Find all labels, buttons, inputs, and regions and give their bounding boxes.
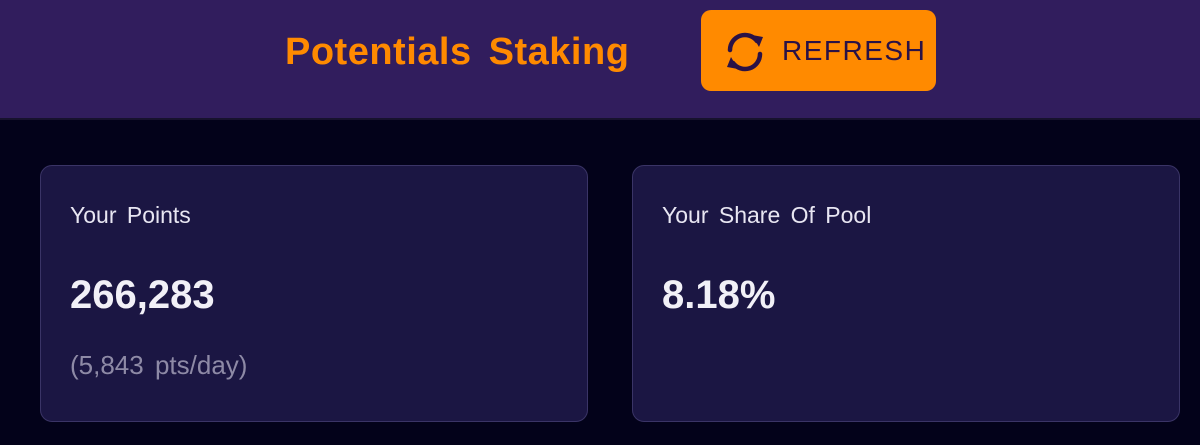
points-value: 266,283	[70, 273, 215, 317]
header-bar: Potentials Staking REFRESH	[0, 0, 1200, 120]
pool-share-value: 8.18%	[662, 273, 776, 317]
points-label: Your Points	[70, 202, 191, 228]
refresh-icon	[727, 32, 763, 72]
refresh-button[interactable]: REFRESH	[701, 10, 936, 91]
points-card: Your Points 266,283 (5,843 pts/day)	[40, 165, 588, 422]
pool-share-label: Your Share Of Pool	[662, 202, 872, 228]
pool-share-card: Your Share Of Pool 8.18%	[632, 165, 1180, 422]
refresh-button-label: REFRESH	[782, 35, 927, 66]
page-title: Potentials Staking	[285, 31, 630, 73]
points-rate: (5,843 pts/day)	[70, 350, 248, 380]
